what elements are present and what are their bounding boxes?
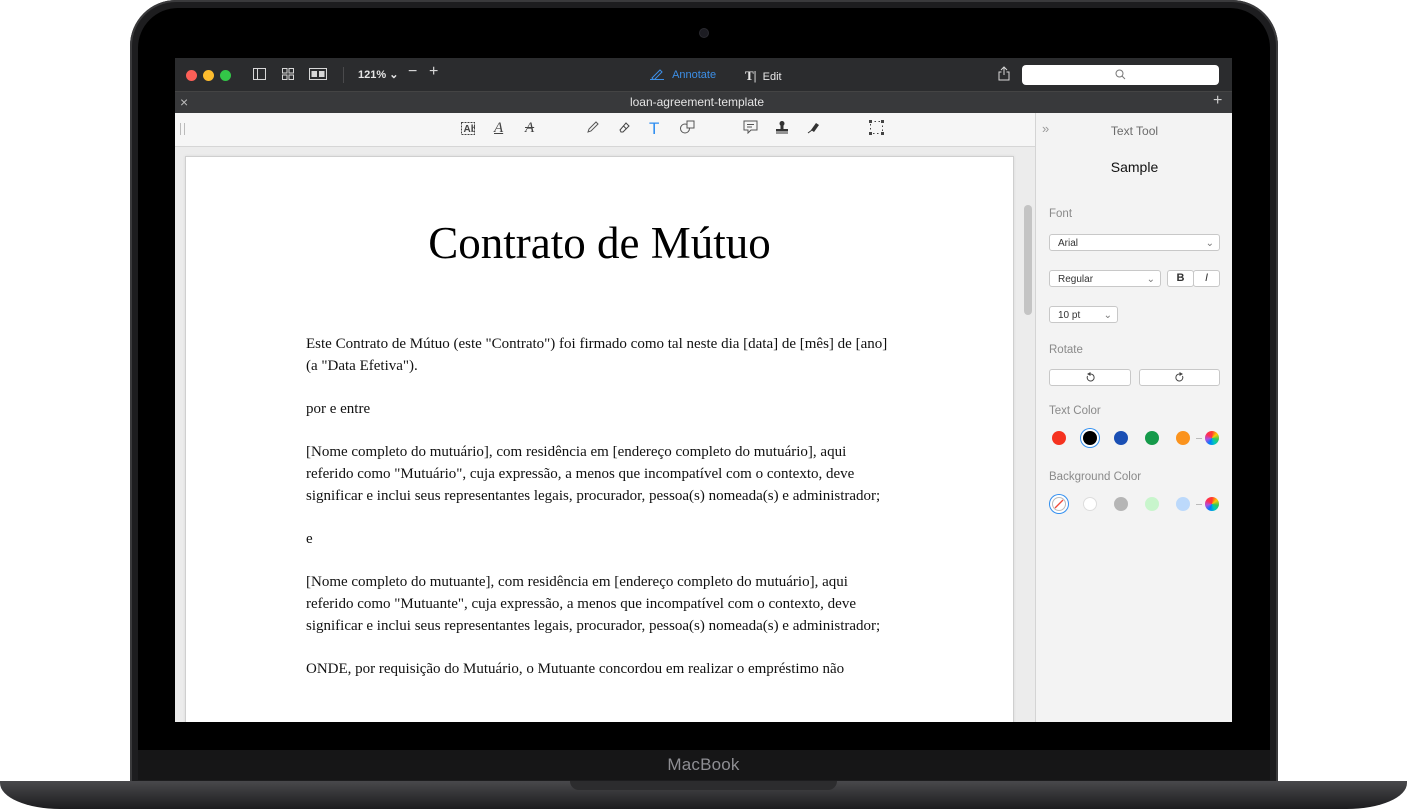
color-swatch[interactable] <box>1176 431 1190 445</box>
eraser-icon[interactable] <box>618 120 632 138</box>
annotate-mode-button[interactable]: Annotate <box>650 68 716 81</box>
add-tab-icon[interactable]: + <box>1213 92 1222 110</box>
color-swatch[interactable] <box>1114 497 1128 511</box>
strikethrough-icon[interactable]: A <box>525 120 534 137</box>
search-input[interactable] <box>1022 65 1219 85</box>
rotate-left-button[interactable] <box>1049 369 1131 386</box>
bold-button[interactable]: B <box>1167 270 1194 287</box>
font-family-value: Arial <box>1058 238 1079 249</box>
panel-title: Text Tool <box>1110 124 1159 138</box>
paragraph: [Nome completo do mutuário], com residên… <box>306 444 881 504</box>
text-tool-icon[interactable]: T <box>649 119 659 139</box>
title-bar: 121% ⌄ − + Annotate T| Edit <box>175 58 1232 91</box>
toolbar-grip[interactable] <box>180 123 185 135</box>
thumbnails-grid-icon[interactable] <box>282 68 294 83</box>
chevron-down-icon: ⌄ <box>389 69 399 81</box>
text-cursor-icon: T| <box>745 68 757 83</box>
color-wheel-icon[interactable] <box>1205 497 1219 511</box>
brand-label: MacBook <box>667 755 740 774</box>
zoom-in-icon[interactable]: + <box>429 64 438 80</box>
edit-label: Edit <box>762 71 782 83</box>
color-swatch[interactable] <box>1083 431 1097 445</box>
toolbar-divider <box>343 67 344 83</box>
stamp-icon[interactable] <box>775 120 789 138</box>
color-swatch[interactable] <box>1083 497 1097 511</box>
font-label: Font <box>1049 208 1073 220</box>
color-swatch[interactable] <box>1052 497 1066 511</box>
rotate-right-icon <box>1175 372 1184 382</box>
vertical-scrollbar[interactable] <box>1024 205 1032 315</box>
document-area: Ab A A T Contrato de Mútuo Este Contrato… <box>175 113 1035 722</box>
paragraph: Este Contrato de Mútuo (este "Contrato")… <box>306 336 888 374</box>
text-color-label: Text Color <box>1049 405 1101 417</box>
tab-document[interactable]: loan-agreement-template <box>175 95 1219 109</box>
document-body: Este Contrato de Mútuo (este "Contrato")… <box>306 333 896 701</box>
zoom-out-icon[interactable]: − <box>408 64 417 80</box>
paragraph: por e entre <box>306 401 371 417</box>
chevron-down-icon: ⌄ <box>1146 274 1155 285</box>
font-style-select[interactable]: Regular ⌄ <box>1049 270 1161 287</box>
font-size-select[interactable]: 10 pt ⌄ <box>1049 306 1118 323</box>
shapes-icon[interactable] <box>680 120 696 138</box>
pencil-icon[interactable] <box>586 120 600 138</box>
laptop-notch <box>570 781 837 790</box>
comment-icon[interactable] <box>743 120 758 138</box>
rotate-right-button[interactable] <box>1139 369 1220 386</box>
font-size-value: 10 pt <box>1058 310 1081 321</box>
edit-mode-button[interactable]: T| Edit <box>745 68 782 84</box>
document-page[interactable]: Contrato de Mútuo Este Contrato de Mútuo… <box>185 156 1014 722</box>
svg-text:Ab: Ab <box>464 124 476 135</box>
swatch-divider <box>1196 504 1202 505</box>
app-window: 121% ⌄ − + Annotate T| Edit × loan-agree… <box>175 58 1232 722</box>
close-window-button[interactable] <box>186 70 197 81</box>
paragraph: ONDE, por requisição do Mutuário, o Mutu… <box>306 661 845 677</box>
zoom-select[interactable]: 121% ⌄ <box>358 68 398 81</box>
two-page-view-icon[interactable] <box>309 68 327 83</box>
zoom-window-button[interactable] <box>220 70 231 81</box>
annotate-label: Annotate <box>672 69 717 81</box>
color-swatch[interactable] <box>1052 431 1066 445</box>
annotation-toolbar: Ab A A T <box>175 113 1035 147</box>
color-wheel-icon[interactable] <box>1205 431 1219 445</box>
paragraph: e <box>306 531 313 547</box>
color-swatch[interactable] <box>1145 431 1159 445</box>
document-title: Contrato de Mútuo <box>428 218 771 268</box>
chevron-down-icon: ⌄ <box>1103 310 1112 321</box>
rotate-left-icon <box>1086 372 1095 382</box>
chevron-down-icon: ⌄ <box>1205 238 1214 249</box>
text-box-icon[interactable]: Ab <box>461 122 477 138</box>
zoom-value: 121% <box>358 69 387 81</box>
font-family-select[interactable]: Arial ⌄ <box>1049 234 1220 251</box>
pen-icon <box>650 69 668 81</box>
underline-icon[interactable]: A <box>494 120 503 137</box>
font-sample: Sample <box>1110 159 1159 175</box>
signature-pen-icon[interactable] <box>807 120 821 138</box>
color-swatch[interactable] <box>1145 497 1159 511</box>
sidebar-toggle-icon[interactable] <box>253 68 266 83</box>
text-tool-panel: » Text Tool Sample Font Arial ⌄ Regular … <box>1035 113 1232 722</box>
paragraph: [Nome completo do mutuante], com residên… <box>306 574 881 634</box>
swatch-divider <box>1196 438 1202 439</box>
background-color-label: Background Color <box>1049 471 1142 483</box>
share-icon[interactable] <box>998 66 1010 84</box>
font-style-value: Regular <box>1058 274 1094 285</box>
minimize-window-button[interactable] <box>203 70 214 81</box>
color-swatch[interactable] <box>1176 497 1190 511</box>
tab-bar: × loan-agreement-template + <box>175 91 1232 114</box>
color-swatch[interactable] <box>1114 431 1128 445</box>
selection-box-icon[interactable] <box>869 120 884 139</box>
rotate-label: Rotate <box>1049 344 1083 356</box>
italic-button[interactable]: I <box>1193 270 1220 287</box>
search-icon <box>1115 69 1126 80</box>
camera <box>700 29 708 37</box>
